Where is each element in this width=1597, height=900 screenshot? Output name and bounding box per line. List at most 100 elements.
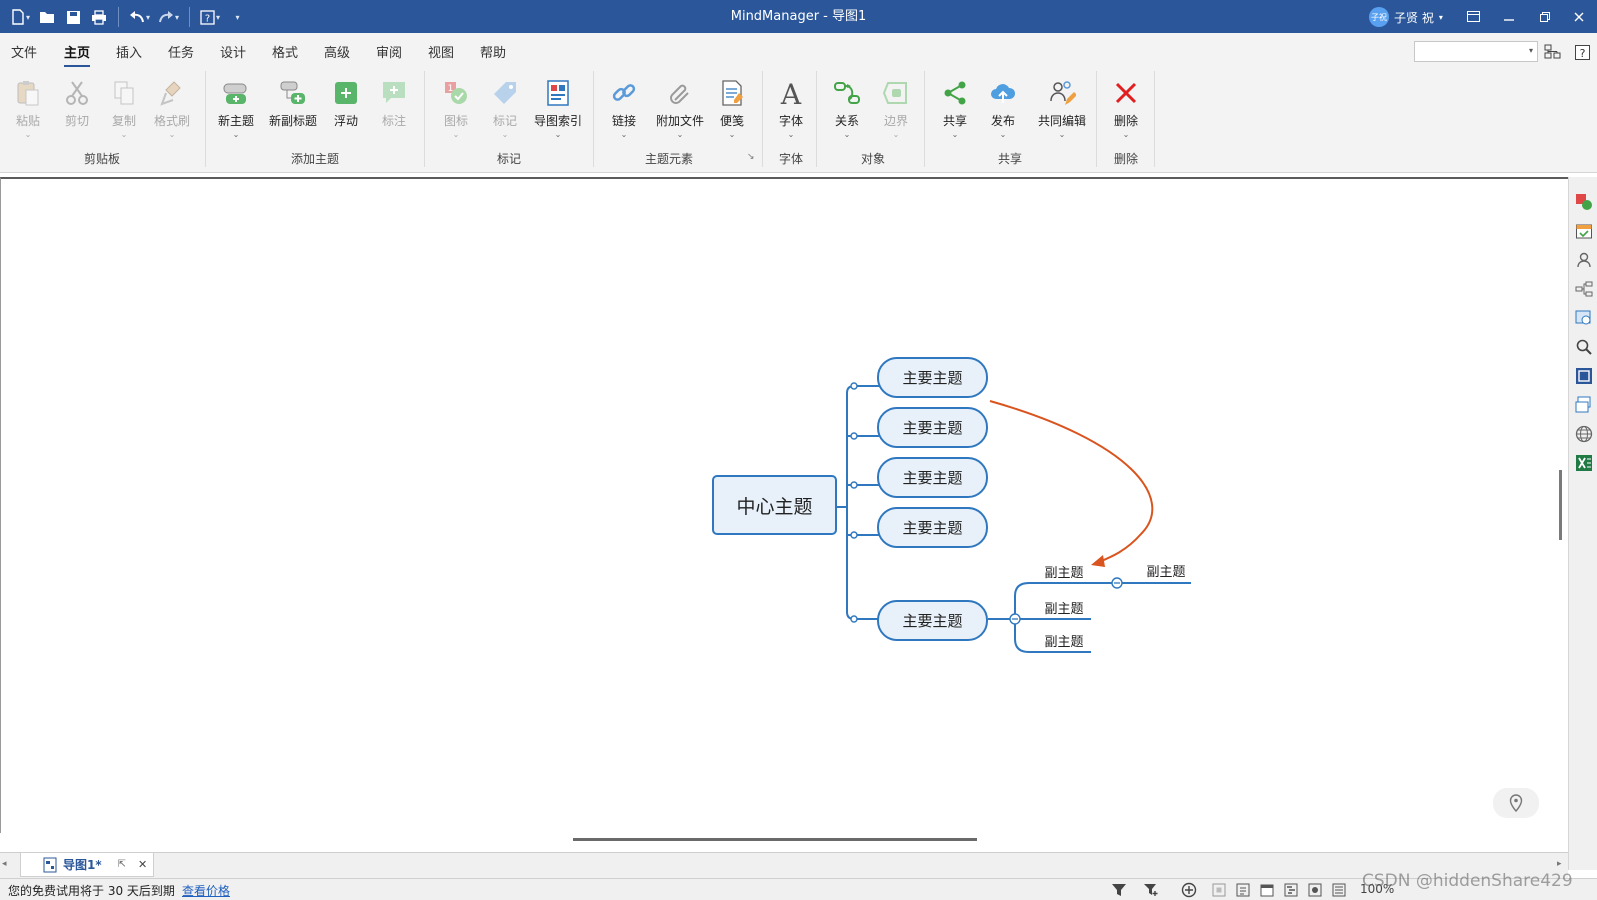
gantt-view-button[interactable]	[1282, 881, 1300, 899]
undo-button[interactable]: ▾	[126, 5, 153, 29]
notes-icon	[716, 77, 748, 109]
chevron-down-icon[interactable]: ▾	[146, 13, 150, 22]
person-icon	[1577, 252, 1591, 268]
task-pane-markers-button[interactable]	[1574, 192, 1594, 212]
layout-options-button[interactable]	[1543, 42, 1563, 62]
fit-map-button[interactable]	[1210, 881, 1228, 899]
link-button[interactable]: 链接 ⌄	[598, 77, 650, 143]
focus-topic-button[interactable]	[1180, 881, 1198, 899]
task-pane-library-button[interactable]	[1574, 308, 1594, 328]
close-button[interactable]	[1561, 0, 1597, 33]
main-topic[interactable]: 主要主题	[877, 457, 988, 498]
chevron-down-icon[interactable]: ▾	[216, 13, 220, 22]
format-painter-button[interactable]: 格式刷 ⌄	[146, 77, 198, 143]
dialog-launcher-icon[interactable]: ↘	[747, 152, 755, 162]
new-document-button[interactable]: ▾	[8, 5, 33, 29]
tab-review[interactable]: 审阅	[376, 42, 402, 61]
group-separator	[816, 71, 817, 167]
subtopic[interactable]: 副主题	[1036, 597, 1092, 617]
font-button[interactable]: A 字体 ⌄	[765, 77, 817, 143]
icon-marker-button[interactable]: 1 图标 ⌄	[430, 77, 482, 143]
open-button[interactable]	[35, 5, 59, 29]
tab-advanced[interactable]: 高级	[324, 42, 350, 61]
close-tab-icon[interactable]: ✕	[138, 858, 147, 871]
user-account[interactable]: 子祝 子贤 祝 ▾	[1369, 6, 1443, 28]
chevron-down-icon[interactable]: ▾	[26, 13, 30, 22]
topic-search-combo[interactable]: ▾	[1414, 41, 1538, 62]
undock-icon[interactable]: ⇱	[118, 859, 126, 870]
task-pane-search-button[interactable]	[1574, 337, 1594, 357]
format-painter-icon	[156, 77, 188, 109]
tab-view[interactable]: 视图	[428, 42, 454, 61]
tab-format[interactable]: 格式	[272, 42, 298, 61]
task-pane-task-info-button[interactable]	[1574, 221, 1594, 241]
task-pane-map-parts-button[interactable]	[1574, 279, 1594, 299]
floating-topic-icon	[330, 77, 362, 109]
boundary-button[interactable]: 边界 ⌄	[870, 77, 922, 143]
attachment-button[interactable]: 附加文件 ⌄	[652, 77, 708, 143]
delete-button[interactable]: 删除 ⌄	[1100, 77, 1152, 143]
main-topic[interactable]: 主要主题	[877, 357, 988, 398]
tab-task[interactable]: 任务	[168, 42, 194, 61]
main-topic[interactable]: 主要主题	[877, 407, 988, 448]
main-topic[interactable]: 主要主题	[877, 507, 988, 548]
task-pane-resources-button[interactable]	[1574, 250, 1594, 270]
outline-view-button[interactable]	[1234, 881, 1252, 899]
scroll-tabs-right-icon[interactable]: ▸	[1557, 859, 1562, 869]
scroll-tabs-left-icon[interactable]: ◂	[2, 859, 7, 869]
task-pane-browser-button[interactable]	[1574, 424, 1594, 444]
print-button[interactable]	[87, 5, 111, 29]
callout-label: 标注	[381, 114, 406, 128]
chevron-down-icon: ⌄	[951, 130, 959, 139]
publish-button[interactable]: 发布 ⌄	[977, 77, 1029, 143]
callout-button[interactable]: 标注	[368, 77, 420, 143]
new-subtopic-button[interactable]: 新副标题	[265, 77, 321, 143]
customize-toolbar-button[interactable]: ▾	[225, 5, 249, 29]
map-index-button[interactable]: 导图索引 ⌄	[528, 77, 588, 143]
main-topic[interactable]: 主要主题	[877, 600, 988, 641]
help-question-button[interactable]: ?	[1572, 42, 1592, 62]
help-button[interactable]: ? ▾	[197, 5, 223, 29]
view-pricing-link[interactable]: 查看价格	[182, 882, 230, 899]
subtopic[interactable]: 副主题	[1036, 630, 1092, 650]
filter-options-button[interactable]	[1142, 881, 1160, 899]
co-edit-button[interactable]: 共同编辑 ⌄	[1031, 77, 1093, 143]
redo-button[interactable]: ▾	[155, 5, 182, 29]
minimize-button[interactable]	[1491, 0, 1527, 33]
schedule-view-button[interactable]	[1258, 881, 1276, 899]
paste-button[interactable]: 粘贴 ⌄	[2, 77, 54, 143]
task-pane-map-view-button[interactable]	[1574, 366, 1594, 386]
task-pane-templates-button[interactable]	[1574, 395, 1594, 415]
task-pane-excel-button[interactable]	[1574, 453, 1594, 473]
new-topic-button[interactable]: 新主题 ⌄	[210, 77, 262, 143]
vertical-scrollbar[interactable]	[1559, 470, 1562, 540]
horizontal-scrollbar[interactable]	[573, 838, 977, 841]
nested-subtopic[interactable]: 副主题	[1138, 560, 1194, 580]
subtopic[interactable]: 副主题	[1036, 561, 1092, 581]
link-map-view-button[interactable]	[1306, 881, 1324, 899]
document-tab[interactable]: 导图1* ⇱ ✕	[20, 853, 154, 877]
tab-file[interactable]: 文件	[11, 42, 37, 61]
notes-button[interactable]: 便笺 ⌄	[706, 77, 758, 143]
tab-help[interactable]: 帮助	[480, 42, 506, 61]
navigate-to-topic-button[interactable]	[1493, 788, 1539, 818]
filter-button[interactable]	[1110, 881, 1128, 899]
tab-home[interactable]: 主页	[64, 42, 91, 68]
floating-topic-button[interactable]: 浮动	[320, 77, 372, 143]
chevron-down-icon[interactable]: ▾	[175, 13, 179, 22]
save-button[interactable]	[61, 5, 85, 29]
document-tab-name: 导图1*	[63, 858, 102, 872]
slide-view-button[interactable]	[1330, 881, 1348, 899]
ribbon-display-button[interactable]	[1455, 0, 1491, 33]
copy-button[interactable]: 复制 ⌄	[98, 77, 150, 143]
cut-button[interactable]: 剪切	[51, 77, 103, 143]
tab-design[interactable]: 设计	[220, 42, 246, 61]
relationship-button[interactable]: 关系 ⌄	[821, 77, 873, 143]
restore-button[interactable]	[1527, 0, 1563, 33]
chevron-down-icon[interactable]: ▾	[1529, 46, 1533, 55]
tag-icon	[489, 77, 521, 109]
share-button[interactable]: 共享 ⌄	[929, 77, 981, 143]
tab-insert[interactable]: 插入	[116, 42, 142, 61]
tag-button[interactable]: 标记 ⌄	[479, 77, 531, 143]
central-topic[interactable]: 中心主题	[712, 475, 837, 535]
